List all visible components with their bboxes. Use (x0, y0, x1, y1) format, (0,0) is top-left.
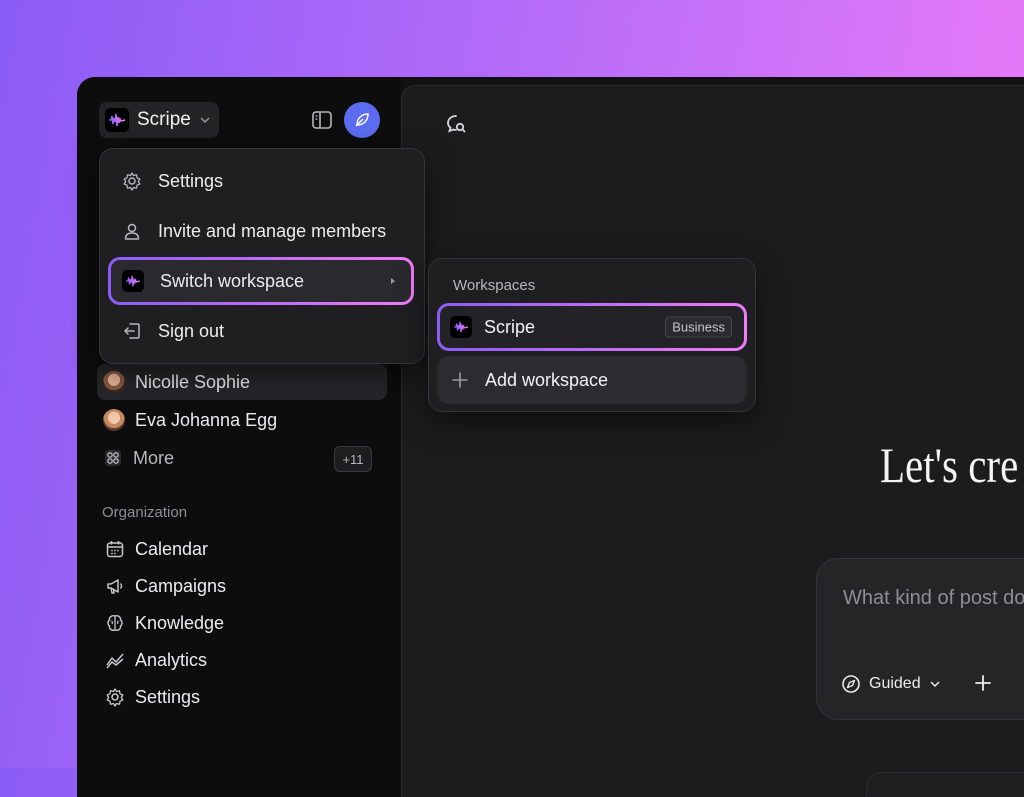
compass-icon (842, 675, 860, 693)
workspace-name: Scripe (137, 109, 191, 130)
sidebar-toggle-icon[interactable] (311, 109, 333, 131)
menu-item-label: Invite and manage members (158, 220, 387, 241)
post-composer[interactable]: What kind of post do you w Guided (816, 558, 1024, 720)
avatar (103, 409, 125, 431)
add-workspace-button[interactable]: Add workspace (437, 356, 747, 404)
suggestion-card[interactable] (866, 772, 1024, 797)
avatar (103, 371, 125, 393)
sidebar-item-label: Settings (135, 686, 201, 707)
person-icon (124, 223, 140, 240)
calendar-icon (106, 541, 124, 558)
sidebar-item-more[interactable]: More (103, 440, 174, 476)
menu-item-switch-workspace[interactable]: Switch workspace (108, 257, 414, 305)
sidebar-item-label: Calendar (135, 538, 209, 559)
sidebar-item-label: Campaigns (135, 575, 227, 596)
post-prompt-input[interactable]: What kind of post do you w (843, 587, 1024, 610)
sidebar-item-analytics[interactable]: Analytics (105, 642, 207, 678)
main-panel: Let's cre What kind of post do you w Gui… (401, 85, 1024, 797)
menu-item-label: Sign out (158, 320, 225, 341)
sidebar-item-calendar[interactable]: Calendar (105, 531, 208, 567)
section-label-organization: Organization (102, 504, 188, 521)
feather-icon (355, 113, 369, 127)
mode-selector-button[interactable]: Guided (841, 671, 941, 697)
page-headline: Let's cre (880, 437, 1019, 493)
mode-label: Guided (869, 675, 921, 692)
sidebar-item-label: Analytics (135, 649, 208, 670)
caret-right-icon (391, 278, 395, 284)
plan-badge: Business (665, 316, 732, 338)
chevron-down-icon (200, 117, 210, 123)
workspace-item-scripe[interactable]: Scripe Business (437, 303, 747, 351)
workspace-logo-icon (105, 108, 129, 132)
chevron-down-icon (930, 681, 940, 688)
grid-icon (105, 450, 121, 466)
analytics-icon (106, 653, 124, 669)
add-workspace-label: Add workspace (485, 369, 609, 390)
more-count-badge: +11 (334, 446, 372, 472)
menu-item-label: Switch workspace (160, 270, 305, 291)
chat-search-icon[interactable] (444, 112, 468, 136)
workspace-item-label: Scripe (484, 316, 536, 337)
menu-item-settings[interactable]: Settings (108, 157, 414, 205)
submenu-title: Workspaces (453, 277, 536, 294)
workspace-menu: Settings Invite and manage members Switc… (99, 148, 425, 364)
sign-out-icon (124, 323, 140, 339)
sidebar-item-label: Eva Johanna Egg (135, 409, 278, 430)
workspace-logo-icon (122, 270, 144, 292)
plus-icon (452, 372, 468, 388)
brain-icon (107, 615, 123, 631)
workspace-switcher-button[interactable]: Scripe (99, 102, 219, 138)
workspaces-submenu: Workspaces Scripe Business Add workspace (428, 258, 756, 412)
sidebar-item-knowledge[interactable]: Knowledge (105, 605, 224, 641)
sidebar-item-label: More (133, 447, 175, 468)
sidebar-item-nicolle-sophie[interactable]: Nicolle Sophie (97, 364, 387, 400)
sidebar-item-eva-johanna-egg[interactable]: Eva Johanna Egg (103, 402, 277, 438)
menu-item-label: Settings (158, 170, 224, 191)
sidebar-item-label: Nicolle Sophie (135, 371, 251, 392)
gear-icon (123, 172, 141, 191)
megaphone-icon (107, 579, 123, 594)
sidebar-item-settings[interactable]: Settings (105, 679, 200, 715)
menu-item-sign-out[interactable]: Sign out (108, 307, 414, 355)
gear-icon (106, 688, 124, 707)
workspace-logo-icon (450, 316, 472, 338)
sidebar-item-campaigns[interactable]: Campaigns (105, 568, 226, 604)
sidebar-item-label: Knowledge (135, 612, 225, 633)
menu-item-invite-members[interactable]: Invite and manage members (108, 207, 414, 255)
add-attachment-icon[interactable] (973, 673, 993, 693)
compose-button[interactable] (344, 102, 380, 138)
